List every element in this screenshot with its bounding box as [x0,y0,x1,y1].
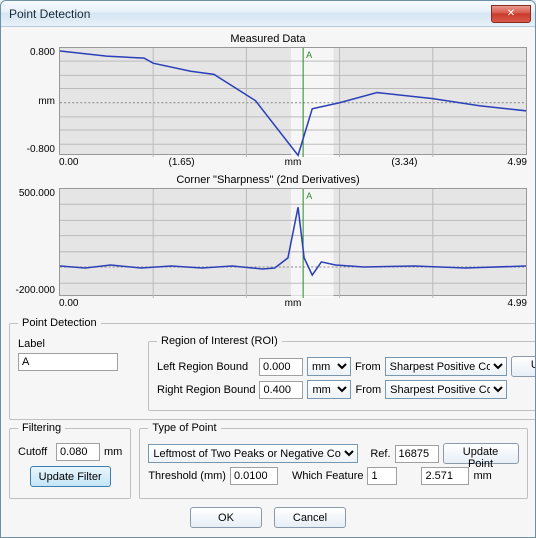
update-point-button[interactable]: Update Point [443,443,519,464]
threshold-input[interactable] [230,467,278,485]
result-unit: mm [473,470,491,482]
x-tick: 4.99 [508,157,527,168]
y-axis: 0.800 mm -0.800 [9,47,59,155]
ref-label: Ref. [370,448,390,460]
x-label: mm [285,157,302,168]
update-filter-button[interactable]: Update Filter [30,466,111,487]
ok-button[interactable]: OK [190,507,262,528]
y-label: mm [38,96,55,107]
label-input[interactable] [18,353,118,371]
chart-title: Corner "Sharpness" (2nd Derivatives) [9,174,527,186]
threshold-label: Threshold (mm) [148,470,226,482]
left-bound-input[interactable] [259,358,303,376]
label-label: Label [18,338,52,350]
x-tick: 0.00 [59,157,78,168]
chart-canvas: A [59,188,527,296]
right-bound-input[interactable] [259,381,303,399]
x-tick: (1.65) [169,157,195,168]
measured-data-chart: Measured Data 0.800 mm -0.800 [9,33,527,168]
y-tick-lo: -0.800 [27,144,55,155]
x-label: mm [285,298,302,309]
y-tick-lo: -200.000 [16,285,55,296]
chart-canvas: A [59,47,527,155]
right-bound-label: Right Region Bound [157,384,255,396]
group-legend: Point Detection [18,317,101,329]
point-type-select[interactable]: Leftmost of Two Peaks or Negative Corner… [148,444,358,463]
which-feature-label: Which Feature [292,470,364,482]
y-tick-hi: 0.800 [30,47,55,58]
right-unit-select[interactable]: mm [307,380,351,399]
ref-input[interactable] [395,445,439,463]
group-legend: Filtering [18,422,65,434]
group-legend: Region of Interest (ROI) [157,335,282,347]
which-feature-input[interactable] [367,467,397,485]
window-title: Point Detection [9,7,491,21]
marker-label: A [306,50,313,60]
cutoff-label: Cutoff [18,446,52,458]
y-tick-hi: 500.000 [19,188,55,199]
from-label: From [355,361,381,373]
x-tick: 4.99 [508,298,527,309]
group-legend: Type of Point [148,422,220,434]
x-tick: (3.34) [391,157,417,168]
filtering-group: Filtering Cutoff mm Update Filter [9,422,131,499]
marker-label: A [306,191,313,201]
dialog-content: Measured Data 0.800 mm -0.800 [1,27,535,537]
dialog-window: Point Detection ✕ Measured Data 0.800 mm… [0,0,536,538]
chart-title: Measured Data [9,33,527,45]
titlebar: Point Detection ✕ [1,1,535,27]
from-label: From [355,384,381,396]
roi-group: Region of Interest (ROI) Left Region Bou… [148,335,535,411]
cutoff-input[interactable] [56,443,100,461]
cutoff-unit: mm [104,446,122,458]
close-button[interactable]: ✕ [491,5,531,23]
point-detection-group: Point Detection Label Region of Interest… [9,317,535,420]
left-unit-select[interactable]: mm [307,357,351,376]
left-bound-label: Left Region Bound [157,361,255,373]
close-icon: ✕ [507,8,515,19]
dialog-buttons: OK Cancel [9,507,527,528]
right-anchor-select[interactable]: Sharpest Positive Co [385,380,507,399]
left-anchor-select[interactable]: Sharpest Positive Co [385,357,507,376]
y-axis: 500.000 -200.000 [9,188,59,296]
update-roi-button[interactable]: Update ROI [511,356,535,377]
result-value [421,467,469,485]
sharpness-chart: Corner "Sharpness" (2nd Derivatives) 500… [9,174,527,309]
x-tick: 0.00 [59,298,78,309]
cancel-button[interactable]: Cancel [274,507,346,528]
type-of-point-group: Type of Point Leftmost of Two Peaks or N… [139,422,527,499]
